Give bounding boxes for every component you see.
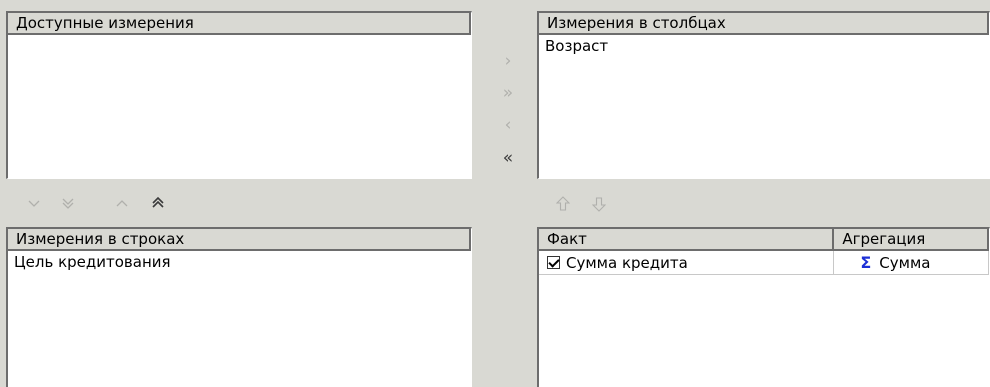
arrow-up-icon — [551, 196, 575, 212]
table-row[interactable]: Сумма кредита Σ Сумма — [539, 251, 989, 275]
arrow-down-icon — [587, 196, 611, 212]
column-dimensions-header: Измерения в столбцах — [539, 13, 989, 35]
fact-column-header[interactable]: Факт — [539, 229, 835, 251]
facts-grid-header: Факт Агрегация — [539, 229, 989, 251]
aggregation-value: Сумма — [879, 253, 931, 272]
facts-grid[interactable]: Факт Агрегация Сумма кредита Σ Сумма — [537, 227, 990, 387]
move-right-button[interactable]: › — [496, 49, 520, 73]
double-chevron-down-icon — [56, 196, 80, 210]
chevron-down-icon — [22, 196, 46, 210]
move-down-button[interactable] — [22, 191, 46, 215]
move-all-down-button[interactable] — [56, 191, 80, 215]
fact-name: Сумма кредита — [566, 253, 688, 272]
double-chevron-up-icon — [146, 196, 170, 210]
column-dimensions-panel[interactable]: Измерения в столбцах Возраст — [537, 11, 990, 179]
move-up-button[interactable] — [110, 191, 134, 215]
row-dimensions-header: Измерения в строках — [8, 229, 471, 251]
available-dimensions-header: Доступные измерения — [8, 13, 471, 35]
fact-cell[interactable]: Сумма кредита — [539, 251, 835, 275]
list-item[interactable]: Возраст — [539, 35, 989, 57]
fact-move-up-button[interactable] — [551, 191, 575, 215]
sigma-icon: Σ — [860, 252, 872, 272]
aggregation-cell[interactable]: Σ Сумма — [834, 251, 989, 275]
column-dimensions-list[interactable]: Возраст — [539, 35, 989, 57]
list-item[interactable]: Цель кредитования — [8, 251, 471, 273]
fact-checkbox[interactable] — [547, 256, 560, 269]
move-left-button[interactable]: ‹ — [496, 113, 520, 137]
row-dimensions-list[interactable]: Цель кредитования — [8, 251, 471, 273]
move-all-up-button[interactable] — [146, 191, 170, 215]
move-all-left-button[interactable]: « — [496, 146, 520, 170]
chevron-up-icon — [110, 196, 134, 210]
fact-move-down-button[interactable] — [587, 191, 611, 215]
available-dimensions-panel[interactable]: Доступные измерения — [6, 11, 472, 179]
move-all-right-button[interactable]: » — [496, 81, 520, 105]
aggregation-column-header[interactable]: Агрегация — [834, 229, 989, 251]
row-dimensions-panel[interactable]: Измерения в строках Цель кредитования — [6, 227, 472, 387]
